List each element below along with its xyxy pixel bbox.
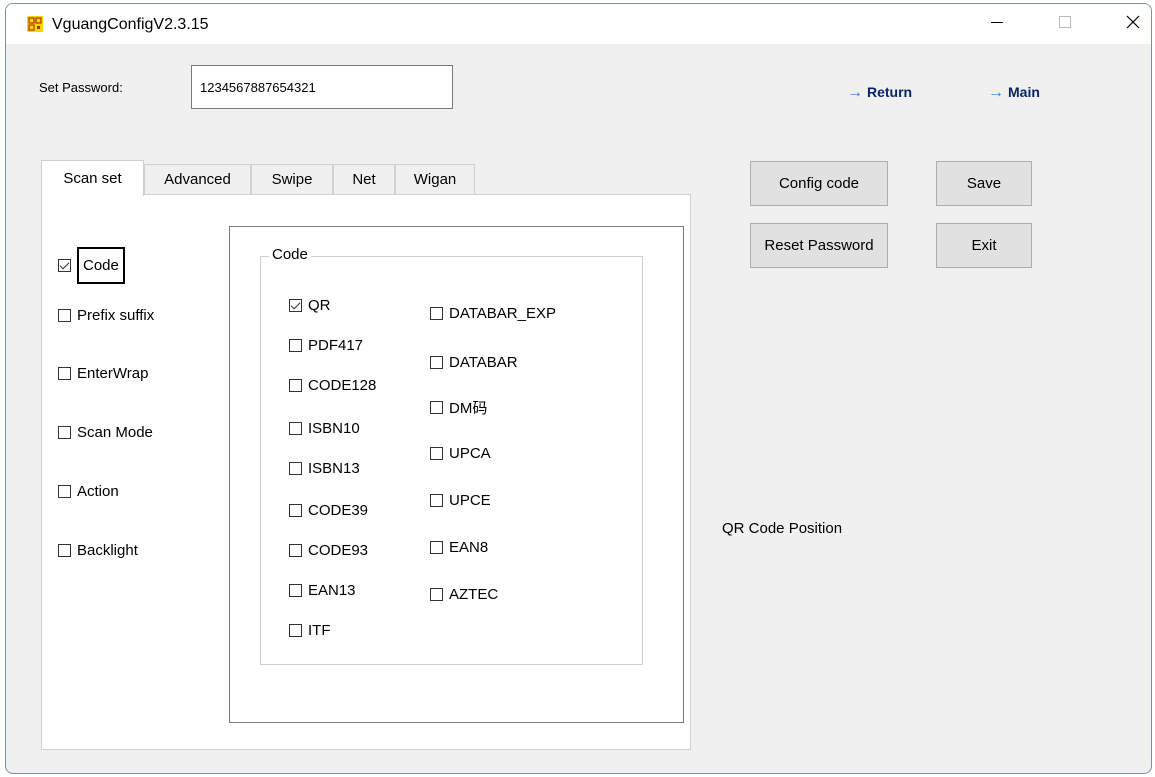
checkbox-unchecked-icon[interactable] bbox=[289, 504, 302, 517]
checkbox-unchecked-icon[interactable] bbox=[430, 494, 443, 507]
checkbox-label: DATABAR_EXP bbox=[449, 305, 556, 322]
tab-wigan[interactable]: Wigan bbox=[395, 164, 475, 194]
exit-button[interactable]: Exit bbox=[936, 223, 1032, 268]
code-aztec-checkbox[interactable]: AZTEC bbox=[430, 586, 498, 603]
checkbox-unchecked-icon[interactable] bbox=[58, 426, 71, 439]
tab-swipe[interactable]: Swipe bbox=[251, 164, 333, 194]
code-pdf417-checkbox[interactable]: PDF417 bbox=[289, 337, 363, 354]
scan-option-code-checkbox[interactable]: Code bbox=[58, 247, 125, 284]
checkbox-label: Prefix suffix bbox=[77, 307, 155, 324]
checkbox-unchecked-icon[interactable] bbox=[58, 367, 71, 380]
code-databar-exp-checkbox[interactable]: DATABAR_EXP bbox=[430, 305, 556, 322]
checkbox-unchecked-icon[interactable] bbox=[430, 307, 443, 320]
password-input[interactable] bbox=[191, 65, 453, 109]
checkbox-unchecked-icon[interactable] bbox=[430, 356, 443, 369]
maximize-button[interactable] bbox=[1042, 4, 1088, 44]
code-itf-checkbox[interactable]: ITF bbox=[289, 622, 331, 639]
password-label: Set Password: bbox=[39, 80, 123, 95]
code-group-box: Code QR PDF417 CODE128 ISBN10 ISBN13 CODE39 CO… bbox=[260, 246, 643, 665]
qr-code-position-label: QR Code Position bbox=[722, 520, 843, 537]
checkbox-unchecked-icon[interactable] bbox=[289, 422, 302, 435]
checkbox-label: EAN8 bbox=[449, 539, 489, 556]
code-code128-checkbox[interactable]: CODE128 bbox=[289, 377, 376, 394]
code-upca-checkbox[interactable]: UPCA bbox=[430, 445, 491, 462]
checkbox-label: DATABAR bbox=[449, 354, 518, 371]
checkbox-unchecked-icon[interactable] bbox=[430, 447, 443, 460]
app-window: VguangConfigV2.3.15 Set Password: →Retur… bbox=[5, 3, 1152, 774]
checkbox-unchecked-icon[interactable] bbox=[58, 544, 71, 557]
title-bar[interactable]: VguangConfigV2.3.15 bbox=[6, 4, 1151, 44]
checkbox-label: ITF bbox=[308, 622, 331, 639]
tab-net[interactable]: Net bbox=[333, 164, 395, 194]
app-qr-icon bbox=[27, 16, 43, 32]
code-ean8-checkbox[interactable]: EAN8 bbox=[430, 539, 488, 556]
checkbox-unchecked-icon[interactable] bbox=[58, 309, 71, 322]
arrow-right-icon: → bbox=[847, 84, 863, 101]
minimize-button[interactable] bbox=[974, 4, 1020, 44]
checkbox-label: DM码 bbox=[449, 400, 488, 417]
checkbox-label: Backlight bbox=[77, 542, 138, 559]
checkbox-unchecked-icon[interactable] bbox=[430, 541, 443, 554]
checkbox-label: ISBN13 bbox=[308, 460, 360, 477]
code-dm-checkbox[interactable]: DM码 bbox=[430, 397, 487, 418]
code-options-frame: Code QR PDF417 CODE128 ISBN10 ISBN13 CODE39 CO… bbox=[229, 226, 684, 723]
checkbox-checked-icon[interactable] bbox=[58, 259, 71, 272]
maximize-icon bbox=[1058, 15, 1072, 34]
tab-advanced[interactable]: Advanced bbox=[144, 164, 251, 194]
checkbox-label: EnterWrap bbox=[77, 365, 149, 382]
checkbox-unchecked-icon[interactable] bbox=[289, 339, 302, 352]
code-code39-checkbox[interactable]: CODE39 bbox=[289, 502, 368, 519]
checkbox-label: QR bbox=[308, 297, 331, 314]
code-group-title: Code bbox=[269, 246, 311, 263]
tab-scan-set[interactable]: Scan set bbox=[41, 160, 144, 196]
code-upce-checkbox[interactable]: UPCE bbox=[430, 492, 491, 509]
scan-option-enterwrap-checkbox[interactable]: EnterWrap bbox=[58, 365, 148, 382]
minimize-icon bbox=[990, 15, 1004, 34]
checkbox-label: CODE39 bbox=[308, 502, 369, 519]
checkbox-label: UPCA bbox=[449, 445, 491, 462]
checkbox-label: UPCE bbox=[449, 492, 491, 509]
checkbox-unchecked-icon[interactable] bbox=[430, 401, 443, 414]
code-ean13-checkbox[interactable]: EAN13 bbox=[289, 582, 356, 599]
code-code93-checkbox[interactable]: CODE93 bbox=[289, 542, 368, 559]
scan-option-action-checkbox[interactable]: Action bbox=[58, 483, 119, 500]
checkbox-label: AZTEC bbox=[449, 586, 499, 603]
scan-option-scan-mode-checkbox[interactable]: Scan Mode bbox=[58, 424, 153, 441]
arrow-right-icon: → bbox=[988, 84, 1004, 101]
code-databar-checkbox[interactable]: DATABAR bbox=[430, 354, 518, 371]
checkbox-unchecked-icon[interactable] bbox=[289, 544, 302, 557]
checkbox-label: Code bbox=[77, 247, 125, 284]
main-link[interactable]: → Main bbox=[988, 84, 1040, 102]
checkbox-unchecked-icon[interactable] bbox=[289, 462, 302, 475]
code-isbn13-checkbox[interactable]: ISBN13 bbox=[289, 460, 360, 477]
checkbox-unchecked-icon[interactable] bbox=[430, 588, 443, 601]
checkbox-checked-icon[interactable] bbox=[289, 299, 302, 312]
checkbox-label: CODE128 bbox=[308, 377, 377, 394]
return-link[interactable]: → Return bbox=[847, 84, 912, 102]
checkbox-label: PDF417 bbox=[308, 337, 364, 354]
return-link-label: Return bbox=[867, 84, 913, 100]
code-qr-checkbox[interactable]: QR bbox=[289, 297, 331, 314]
main-link-label: Main bbox=[1008, 84, 1040, 100]
save-button[interactable]: Save bbox=[936, 161, 1032, 206]
scan-set-panel: Code Prefix suffix EnterWrap Scan Mode Actio… bbox=[41, 194, 691, 750]
close-button[interactable] bbox=[1110, 4, 1151, 44]
checkbox-label: EAN13 bbox=[308, 582, 356, 599]
checkbox-unchecked-icon[interactable] bbox=[289, 624, 302, 637]
config-code-button[interactable]: Config code bbox=[750, 161, 888, 206]
code-isbn10-checkbox[interactable]: ISBN10 bbox=[289, 420, 360, 437]
checkbox-unchecked-icon[interactable] bbox=[289, 379, 302, 392]
scan-option-prefix-suffix-checkbox[interactable]: Prefix suffix bbox=[58, 307, 154, 324]
checkbox-unchecked-icon[interactable] bbox=[58, 485, 71, 498]
checkbox-label: Scan Mode bbox=[77, 424, 153, 441]
checkbox-unchecked-icon[interactable] bbox=[289, 584, 302, 597]
checkbox-label: Action bbox=[77, 483, 119, 500]
checkbox-label: ISBN10 bbox=[308, 420, 360, 437]
checkbox-label: CODE93 bbox=[308, 542, 369, 559]
reset-password-button[interactable]: Reset Password bbox=[750, 223, 888, 268]
window-title: VguangConfigV2.3.15 bbox=[52, 16, 209, 33]
scan-option-backlight-checkbox[interactable]: Backlight bbox=[58, 542, 138, 559]
close-icon bbox=[1125, 14, 1141, 35]
